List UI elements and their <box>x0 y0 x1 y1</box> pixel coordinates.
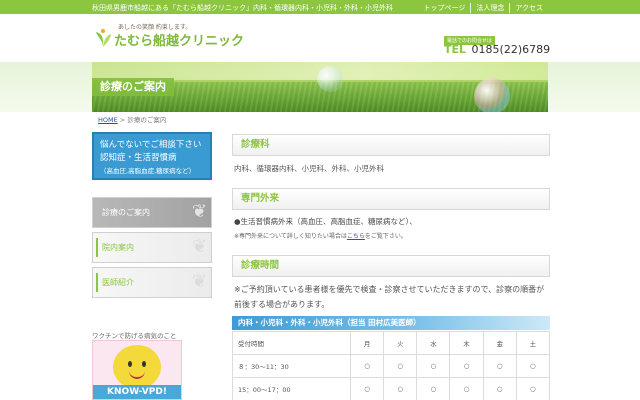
sidebar-item-label: 医師紹介 <box>102 278 134 287</box>
tel-prefix: TEL <box>444 43 467 56</box>
hours-note: ※ご予約頂いている患者様を優先で検査・診察させていただきますので、診察の順番が前… <box>234 285 545 309</box>
table-cell-time: ８：30～11：30 <box>232 354 351 378</box>
schedule-table-title: 内科・小児科・外科・小児外科（担当 田村広美医師） <box>232 316 550 330</box>
soap-bubble-icon <box>474 78 510 112</box>
sidebar-item-label: 院内案内 <box>102 243 134 252</box>
table-cell: ○ <box>416 354 451 378</box>
site-description: 秋田県男鹿市船越にある「たむら船越クリニック」内科・循環器内科・小児科・外科・小… <box>92 4 393 12</box>
top-nav: トップページ 法人理念 アクセス <box>418 3 548 13</box>
table-header-cell: 土 <box>515 331 551 355</box>
consultation-feature-banner[interactable]: 悩んでないでご相談下さい 認知症・生活習慣病 （高血圧,高脂血症,糖尿病など） <box>92 132 212 180</box>
table-cell: ○ <box>416 377 451 400</box>
sidebar-accent-bar <box>96 273 98 292</box>
sidebar-item-label: 診療のご案内 <box>102 208 150 217</box>
sidebar-item-medical-info[interactable]: 診療のご案内 ❦ <box>92 197 212 228</box>
feature-line-2: 認知症・生活習慣病 <box>100 153 177 163</box>
vaccine-banner-text: KNOW-VPD! <box>93 385 181 399</box>
breadcrumb-current: 診療のご案内 <box>127 116 167 124</box>
section-heading-departments: 診療科 <box>232 134 550 156</box>
breadcrumb-home-link[interactable]: HOME <box>98 116 118 124</box>
smile-icon <box>129 371 145 379</box>
table-cell: ○ <box>482 354 517 378</box>
know-vpd-banner[interactable]: KNOW-VPD! <box>92 340 182 400</box>
table-header-cell: 月 <box>349 331 385 355</box>
nav-philosophy-link[interactable]: 法人理念 <box>470 3 509 13</box>
breadcrumb-separator: > <box>117 116 128 124</box>
nav-top-page-link[interactable]: トップページ <box>418 3 470 13</box>
clinic-logo[interactable]: あしたの笑顔 約束します。 たむら船越クリニック <box>92 22 245 52</box>
smiley-face-icon <box>113 345 161 389</box>
details-link[interactable]: こちら <box>347 233 365 240</box>
table-cell: ○ <box>383 354 418 378</box>
logo-clinic-name: たむら船越クリニック <box>114 34 245 49</box>
page-title: 診療のご案内 <box>92 78 174 96</box>
departments-text: 内科、循環器内科、小児科、外科、小児外科 <box>234 164 384 173</box>
schedule-table: 受付時間 月 火 水 木 金 土 ８：30～11：30 ○ ○ ○ ○ ○ ○ … <box>232 331 551 400</box>
nav-access-link[interactable]: アクセス <box>509 3 548 13</box>
table-header-cell: 火 <box>383 331 418 355</box>
phone-number-line: TEL 0185(22)6789 <box>444 43 550 56</box>
breadcrumb: HOME > 診療のご案内 <box>98 114 166 124</box>
sidebar-item-facility[interactable]: 院内案内 ❦ <box>92 232 212 263</box>
phone-number: 0185(22)6789 <box>471 43 551 56</box>
leaf-decoration-icon: ❦ <box>191 201 207 222</box>
table-cell-time: 15：00～17：00 <box>232 377 351 400</box>
table-cell: ○ <box>449 354 484 378</box>
sidebar-item-doctors[interactable]: 医師紹介 ❦ <box>92 267 212 298</box>
leaf-decoration-icon: ❦ <box>191 236 207 257</box>
table-cell: ○ <box>515 354 551 378</box>
banner-background: 診療のご案内 <box>0 62 640 112</box>
table-header-row: 受付時間 月 火 水 木 金 土 <box>232 331 551 355</box>
feature-line-1: 悩んでないでご相談下さい <box>100 140 202 150</box>
table-cell: ○ <box>482 377 517 400</box>
page-banner: 診療のご案内 <box>92 62 548 112</box>
feature-line-3: （高血圧,高脂血症,糖尿病など） <box>100 167 196 175</box>
table-header-cell: 水 <box>416 331 451 355</box>
sidebar-accent-bar <box>96 238 98 257</box>
top-bar: 秋田県男鹿市船越にある「たむら船越クリニック」内科・循環器内科・小児科・外科・小… <box>0 0 640 14</box>
phone-contact: 電話でのお問合せは TEL 0185(22)6789 <box>444 36 554 58</box>
specialty-note: ※専門外来について詳しく知りたい場合はこちらをご覧下さい。 <box>234 231 407 240</box>
soap-bubble-icon <box>317 66 343 92</box>
note-text-end: をご覧下さい。 <box>364 233 407 240</box>
section-heading-hours: 診療時間 <box>232 255 550 277</box>
table-cell: ○ <box>515 377 551 400</box>
note-text: ※専門外来について詳しく知りたい場合は <box>234 233 347 240</box>
table-cell: ○ <box>349 377 385 400</box>
table-header-cell: 木 <box>449 331 484 355</box>
table-cell: ○ <box>449 377 484 400</box>
vaccine-caption: ワクチンで防げる病気のこと <box>92 332 177 340</box>
eye-icon <box>142 361 146 367</box>
table-row: 15：00～17：00 ○ ○ ○ ○ ○ ○ <box>232 377 551 400</box>
table-cell: ○ <box>349 354 385 378</box>
table-header-cell: 金 <box>482 331 517 355</box>
eye-icon <box>128 361 132 367</box>
table-row: ８：30～11：30 ○ ○ ○ ○ ○ ○ <box>232 354 551 378</box>
leaf-decoration-icon: ❦ <box>191 271 207 292</box>
table-header-cell: 受付時間 <box>232 331 351 355</box>
leaf-logo-icon <box>96 29 111 47</box>
section-heading-specialty: 専門外来 <box>232 188 550 210</box>
table-cell: ○ <box>383 377 418 400</box>
specialty-text: ●生活習慣病外来（高血圧、高脂血症、糖尿病など）、 <box>234 217 417 226</box>
